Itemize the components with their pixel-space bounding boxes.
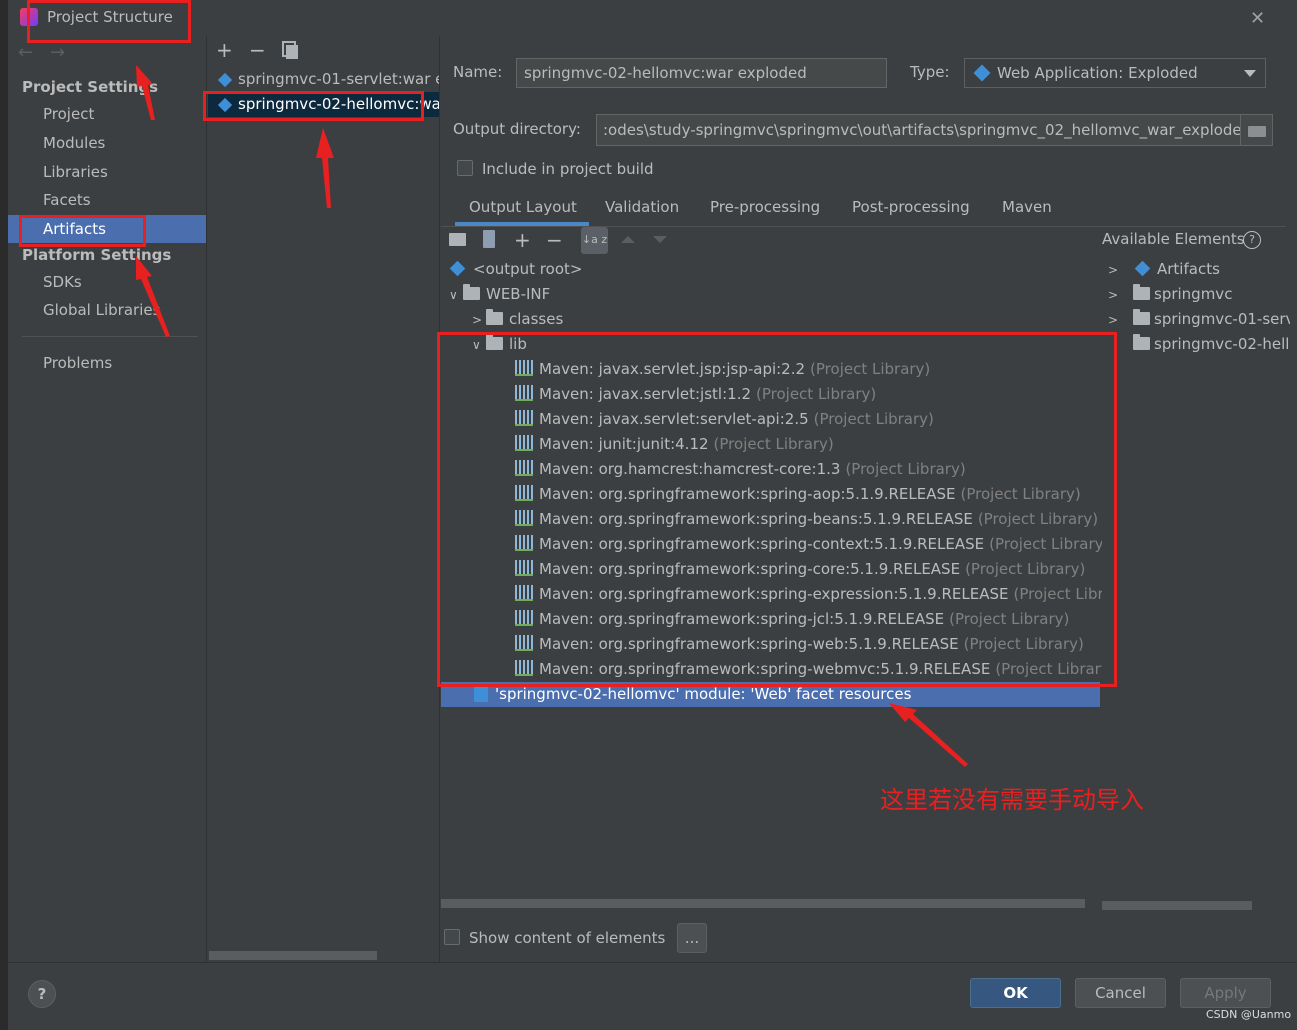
annotation-note: 这里若没有需要手动导入 xyxy=(880,786,1144,814)
arrow-to-facet xyxy=(889,703,968,767)
arrow-to-artifacts xyxy=(136,256,170,337)
arrow-to-artifact-item xyxy=(316,128,334,208)
annotation-arrows xyxy=(136,65,968,767)
arrow-to-title xyxy=(136,65,155,120)
